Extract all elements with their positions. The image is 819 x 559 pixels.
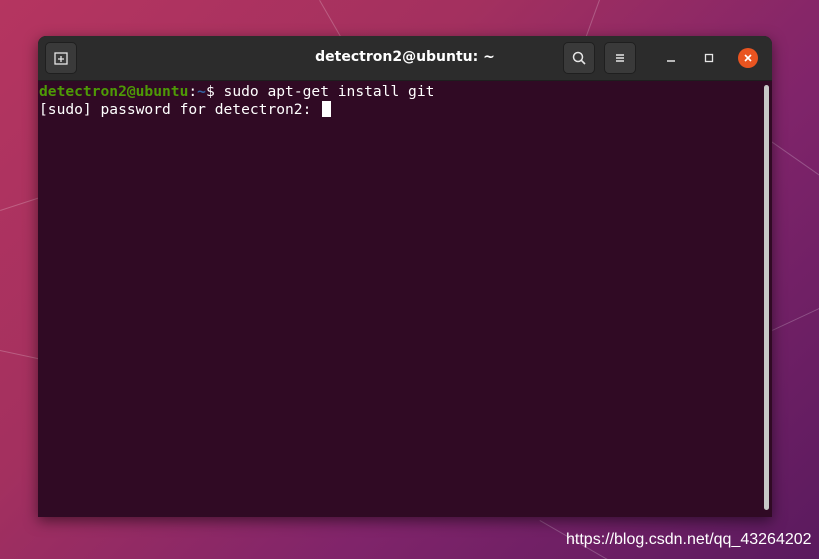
maximize-icon (704, 53, 714, 63)
password-prompt-text: [sudo] password for detectron2: (39, 101, 321, 118)
minimize-icon (667, 60, 675, 62)
prompt-separator: : (188, 83, 198, 100)
new-tab-icon (54, 52, 68, 65)
close-icon (744, 54, 752, 62)
prompt-user-host: detectron2@ubuntu (39, 83, 189, 100)
new-tab-button[interactable] (45, 42, 77, 74)
command-text: sudo apt-get install git (214, 83, 435, 100)
window-title: detectron2@ubuntu: ~ (315, 49, 495, 65)
wallpaper-line (769, 140, 819, 187)
menu-button[interactable] (604, 42, 636, 74)
headerbar: detectron2@ubuntu: ~ (38, 36, 772, 81)
terminal-output[interactable]: detectron2@ubuntu:~$ sudo apt-get instal… (38, 81, 762, 517)
prompt-line: detectron2@ubuntu:~$ sudo apt-get instal… (39, 83, 762, 101)
search-icon (572, 51, 586, 65)
search-button[interactable] (563, 42, 595, 74)
prompt-symbol: $ (205, 83, 215, 100)
password-prompt-line: [sudo] password for detectron2: (39, 101, 762, 119)
watermark: https://blog.csdn.net/qq_43264202 (566, 531, 812, 548)
terminal-window: detectron2@ubuntu: ~ detectron2@ubuntu:~… (38, 36, 772, 517)
text-cursor (322, 101, 332, 117)
hamburger-menu-icon (616, 54, 624, 62)
close-button[interactable] (737, 47, 759, 69)
minimize-button[interactable] (660, 47, 682, 69)
prompt-path: ~ (197, 83, 206, 100)
scrollbar[interactable] (764, 85, 769, 510)
maximize-button[interactable] (698, 47, 720, 69)
wallpaper-line (772, 300, 819, 331)
